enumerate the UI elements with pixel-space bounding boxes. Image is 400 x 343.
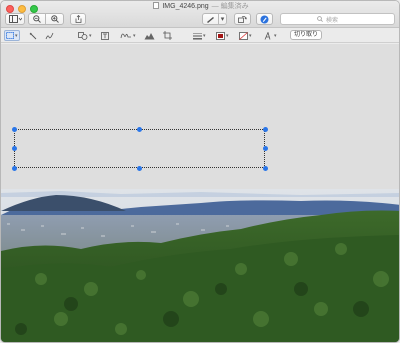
text-style-icon: [264, 31, 271, 40]
zoom-out-icon: [33, 15, 41, 23]
instant-alpha-icon: [29, 32, 37, 39]
titlebar: IMG_4246.png — 編集済み ▾ 検索: [1, 1, 399, 28]
border-color-icon: [216, 31, 225, 40]
chevron-down-icon: ▾: [249, 32, 252, 39]
selection-rect-icon: [6, 32, 14, 39]
selection-handle-top-left[interactable]: [11, 126, 17, 132]
selection-handle-top[interactable]: [136, 126, 142, 132]
rectangle-selection[interactable]: [14, 129, 265, 168]
zoom-out-button[interactable]: [28, 13, 46, 25]
preview-window: IMG_4246.png — 編集済み ▾ 検索 ▾ ▾ ▾ ▾ ▾ ▾ ▾ 切…: [0, 0, 400, 343]
rotate-button[interactable]: [234, 13, 251, 25]
text-tool[interactable]: [101, 30, 109, 41]
selection-handle-left[interactable]: [11, 145, 17, 151]
sketch-icon: [45, 32, 54, 39]
border-color-tool[interactable]: ▾: [216, 30, 229, 41]
chevron-down-icon: ▾: [226, 32, 229, 39]
chevron-down-icon: ▾: [89, 32, 92, 39]
fill-color-tool[interactable]: ▾: [239, 30, 252, 41]
image-canvas[interactable]: [1, 44, 399, 342]
adjust-color-tool[interactable]: [144, 30, 155, 41]
line-style-icon: [193, 32, 202, 40]
line-style-tool[interactable]: ▾: [193, 30, 206, 41]
search-icon: [317, 16, 323, 22]
sidebar-icon: [8, 15, 22, 23]
chevron-down-icon: ▾: [220, 16, 225, 23]
landscape-photo: [1, 189, 399, 342]
fill-color-icon: [239, 31, 248, 40]
selection-handle-right[interactable]: [262, 145, 268, 151]
selection-handle-bottom-left[interactable]: [11, 165, 17, 171]
pen-button[interactable]: [202, 13, 219, 25]
window-filename: IMG_4246.png: [162, 3, 209, 10]
chevron-down-icon: ▾: [203, 32, 206, 39]
zoom-in-button[interactable]: [45, 13, 64, 25]
shapes-icon: [78, 31, 88, 40]
chevron-down-icon: ▾: [274, 32, 277, 39]
window-status: — 編集済み: [211, 3, 249, 10]
adjust-color-icon: [144, 32, 155, 39]
crop-tool[interactable]: [163, 30, 172, 41]
crop-button[interactable]: 切り取り: [290, 30, 323, 40]
share-icon: [75, 15, 81, 23]
chevron-down-icon: ▾: [133, 32, 136, 39]
chevron-down-icon: ▾: [15, 32, 18, 39]
share-button[interactable]: [70, 13, 86, 25]
instant-alpha-tool[interactable]: [29, 30, 37, 41]
rotate-icon: [238, 16, 247, 23]
search-field[interactable]: 検索: [280, 13, 395, 25]
signature-tool[interactable]: ▾: [120, 30, 136, 41]
document-icon: [153, 2, 160, 9]
text-icon: [101, 31, 109, 40]
window-title: IMG_4246.png — 編集済み: [1, 2, 399, 12]
selection-tool[interactable]: ▾: [4, 30, 20, 41]
markup-icon: [260, 15, 269, 23]
sketch-tool[interactable]: [45, 30, 54, 41]
sidebar-button[interactable]: [5, 13, 25, 25]
markup-toolbar-button[interactable]: [256, 13, 273, 25]
markup-toolbar: ▾ ▾ ▾ ▾ ▾ ▾ ▾ 切り取り: [1, 28, 399, 43]
text-style-tool[interactable]: ▾: [264, 30, 277, 41]
selection-handle-top-right[interactable]: [262, 126, 268, 132]
search-placeholder: 検索: [326, 17, 339, 24]
signature-icon: [120, 33, 131, 38]
selection-handle-bottom[interactable]: [136, 165, 142, 171]
pen-icon: [207, 16, 214, 23]
pen-dropdown[interactable]: ▾: [218, 13, 227, 25]
zoom-in-icon: [50, 15, 59, 23]
crop-icon: [163, 31, 172, 40]
shapes-tool[interactable]: ▾: [78, 30, 92, 41]
selection-handle-bottom-right[interactable]: [262, 165, 268, 171]
